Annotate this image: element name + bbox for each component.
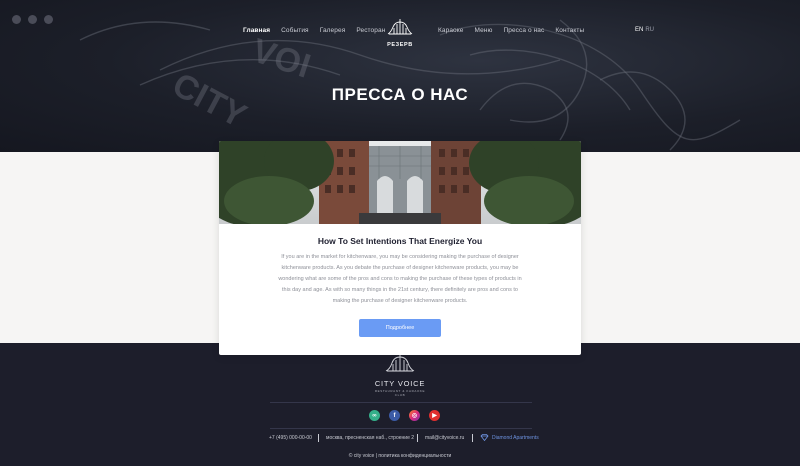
footer-address: москва, пресненская наб., строение 2 <box>326 435 415 441</box>
site-footer: CITY VOICE RESTAURANT & KARAOKE CLUB ∞ f… <box>0 343 800 466</box>
language-switcher: EN RU <box>635 27 654 33</box>
footer-separator <box>318 434 319 442</box>
footer-email[interactable]: mail@cityvoice.ru <box>425 435 464 441</box>
lang-en[interactable]: EN <box>635 27 643 33</box>
nav-item-press[interactable]: Пресса о нас <box>503 27 544 34</box>
nav-item-home[interactable]: Главная <box>243 27 270 34</box>
footer-copyright[interactable]: © city voice | политика конфиденциальнос… <box>0 453 800 459</box>
page-title: ПРЕССА О НАС <box>331 85 469 104</box>
nav-right-group: Караоке Меню Пресса о нас Контакты <box>438 27 584 34</box>
nav-item-restaurant[interactable]: Ресторан <box>356 27 385 34</box>
article-image <box>219 141 581 224</box>
nav-item-menu[interactable]: Меню <box>474 27 492 34</box>
footer-partner-link[interactable]: Diamond Apartments <box>492 435 539 441</box>
nav-item-gallery[interactable]: Галерея <box>320 27 346 34</box>
article-title[interactable]: How To Set Intentions That Energize You <box>219 236 581 246</box>
footer-contacts: +7 (495) 000-00-00 москва, пресненская н… <box>0 434 800 445</box>
instagram-icon[interactable]: ◎ <box>409 410 420 421</box>
footer-divider <box>270 402 532 403</box>
footer-separator <box>472 434 473 442</box>
footer-separator <box>417 434 418 442</box>
site-logo[interactable]: РЕЗЕРВ <box>383 18 417 52</box>
footer-divider <box>270 428 532 429</box>
lang-ru[interactable]: RU <box>645 27 654 33</box>
footer-brand-name: CITY VOICE <box>374 379 426 388</box>
tripadvisor-icon[interactable]: ∞ <box>369 410 380 421</box>
logo-text: РЕЗЕРВ <box>387 42 413 48</box>
article-card: How To Set Intentions That Energize You … <box>219 141 581 355</box>
nav-left-group: Главная События Галерея Ресторан <box>243 27 385 34</box>
hero-banner: CITY VOI Главная События Галерея Рестора… <box>0 0 800 152</box>
social-links: ∞ f ◎ ▶ <box>369 410 440 421</box>
footer-logo-emblem-icon <box>385 354 415 372</box>
article-excerpt: If you are in the market for kitchenware… <box>278 254 522 304</box>
top-nav: Главная События Галерея Ресторан РЕЗЕРВ … <box>0 0 800 50</box>
read-more-button[interactable]: Подробнее <box>359 319 441 337</box>
page: CITY VOI Главная События Галерея Рестора… <box>0 0 800 466</box>
facebook-icon[interactable]: f <box>389 410 400 421</box>
footer-brand-subtitle: RESTAURANT & KARAOKE CLUB <box>374 389 426 397</box>
footer-phone[interactable]: +7 (495) 000-00-00 <box>269 435 312 441</box>
nav-item-karaoke[interactable]: Караоке <box>438 27 463 34</box>
youtube-icon[interactable]: ▶ <box>429 410 440 421</box>
nav-item-events[interactable]: События <box>281 27 309 34</box>
logo-emblem-icon <box>387 19 413 35</box>
diamond-icon <box>480 434 489 443</box>
footer-logo[interactable]: CITY VOICE RESTAURANT & KARAOKE CLUB <box>370 353 430 397</box>
nav-item-contacts[interactable]: Контакты <box>555 27 584 34</box>
